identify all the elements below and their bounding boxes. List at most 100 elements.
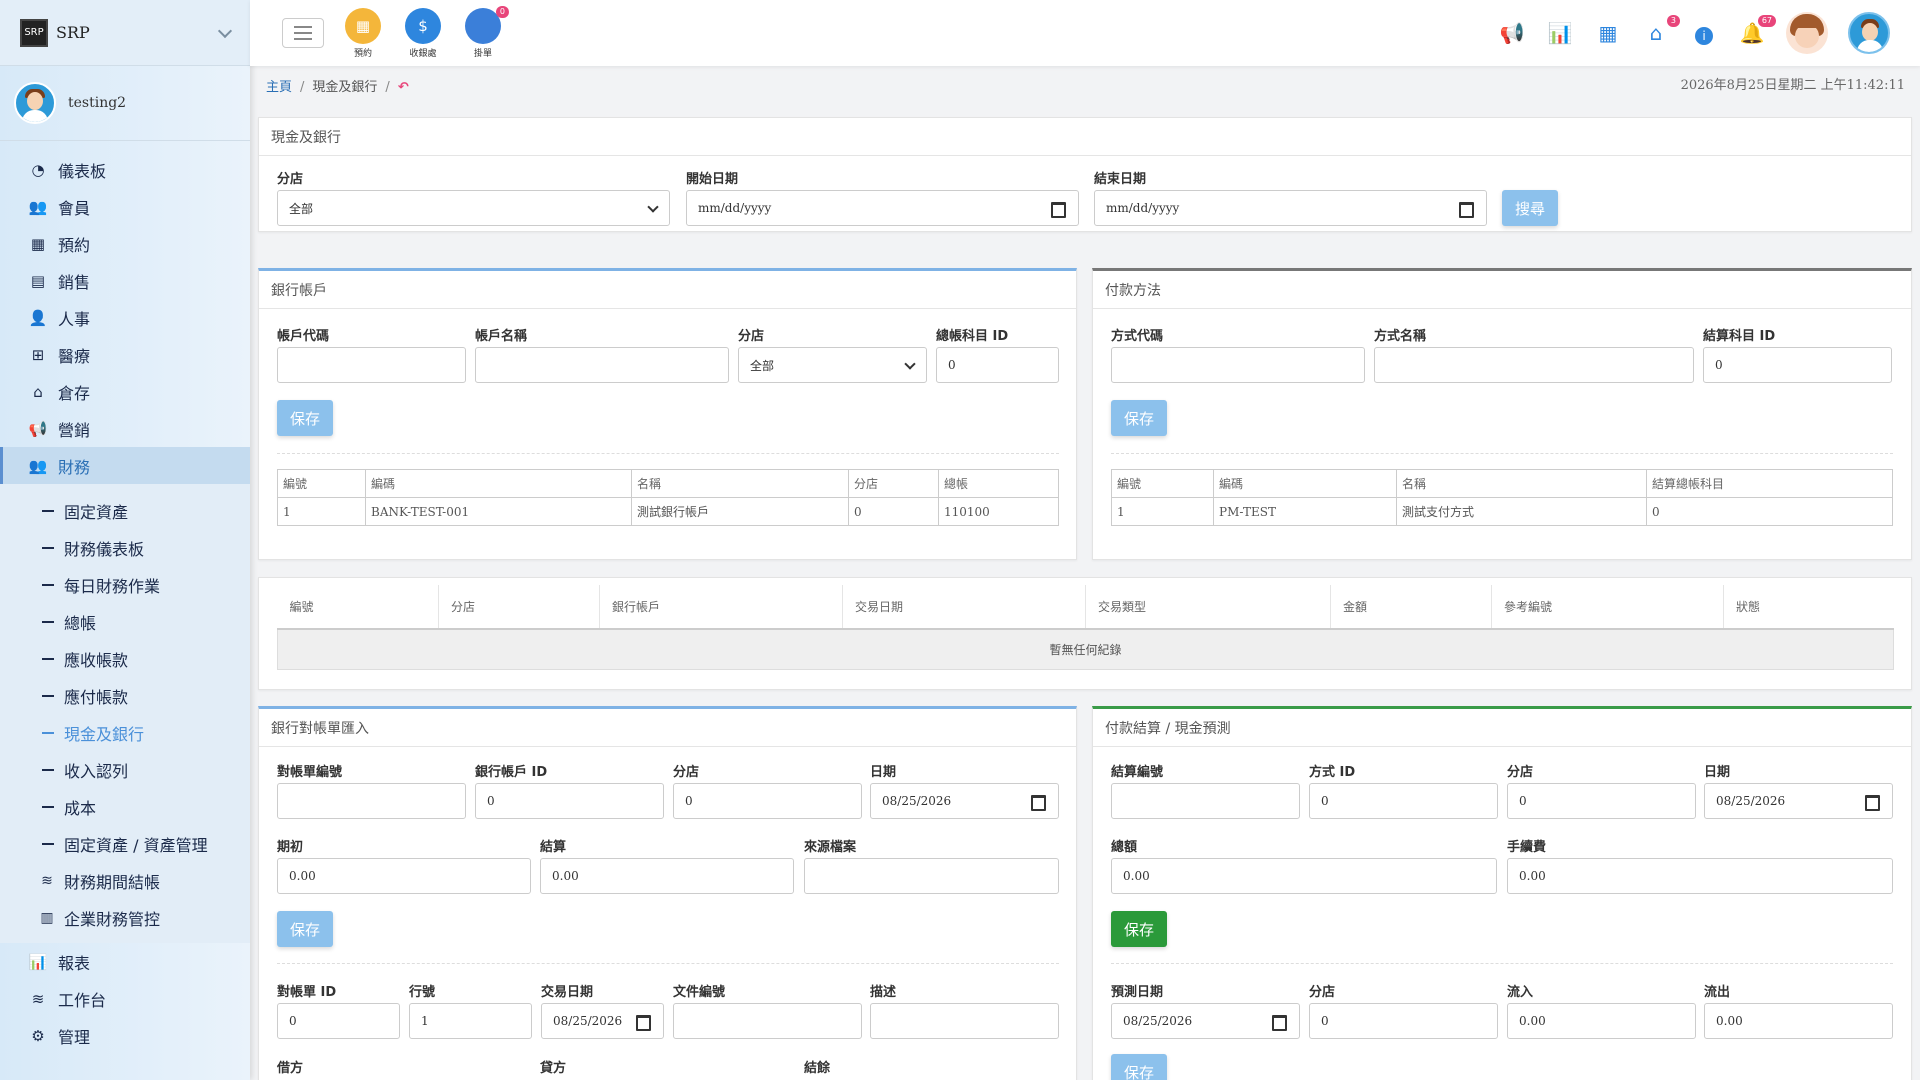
account-code-input[interactable] <box>277 347 466 383</box>
forecast-date-input[interactable]: 08/25/2026 <box>1111 1003 1300 1039</box>
table-row[interactable]: 1 BANK-TEST-001 測試銀行帳戶 0 110100 <box>277 497 1059 526</box>
branch-input[interactable]: 0 <box>673 783 862 819</box>
bank-account-id-input[interactable]: 0 <box>475 783 664 819</box>
save-button[interactable]: 保存 <box>277 911 333 947</box>
date-input[interactable]: 08/25/2026 <box>1704 783 1893 819</box>
table-cell: 0 <box>848 497 939 526</box>
date-input[interactable]: 08/25/2026 <box>870 783 1059 819</box>
method-code-input[interactable] <box>1111 347 1365 383</box>
field-label: 行號 <box>409 985 436 1000</box>
menu-toggle-button[interactable] <box>282 18 324 48</box>
submenu-label: 財務儀表板 <box>64 539 145 559</box>
sidebar-nav: ◔ 儀表板 👥 會員 ▦ 預約 ▤ 銷售 👤 人事 ⊞ 醫療 ⌂ 倉存 📢 營銷 👥 財務 固定資… <box>0 141 250 1054</box>
sidebar-item-dashboard[interactable]: ◔ 儀表板 <box>0 151 250 188</box>
column-header: 金額 <box>1330 585 1492 630</box>
start-date-input[interactable]: mm/dd/yyyy <box>686 190 1079 226</box>
chevron-down-icon[interactable] <box>217 23 233 38</box>
description-input[interactable] <box>870 1003 1059 1039</box>
submenu-revenue[interactable]: 收入認列 <box>0 751 250 788</box>
statement-id-input[interactable]: 0 <box>277 1003 400 1039</box>
submenu-asset-mgmt[interactable]: 固定資產 / 資產管理 <box>0 825 250 862</box>
column-header: 交易日期 <box>842 585 1086 630</box>
save-forecast-button[interactable]: 保存 <box>1111 1054 1167 1080</box>
save-button[interactable]: 保存 <box>277 400 333 436</box>
submenu-general-ledger[interactable]: 總帳 <box>0 603 250 640</box>
user-avatar[interactable] <box>1848 12 1890 54</box>
quick-booking-button[interactable]: ▦ 預約 <box>340 7 386 59</box>
submenu-period-close[interactable]: ≋ 財務期間結帳 <box>0 862 250 899</box>
inflow-input[interactable]: 0.00 <box>1507 1003 1696 1039</box>
main-content: 主頁 / 現金及銀行 / ↶ 2026年8月25日星期二 上午11:42:11 現金及銀… <box>250 66 1920 1080</box>
brand-logo: SRP <box>20 18 48 47</box>
save-button[interactable]: 保存 <box>1111 400 1167 436</box>
sidebar-item-admin[interactable]: ⚙ 管理 <box>0 1017 250 1054</box>
submenu-label: 應收帳款 <box>64 650 129 670</box>
outflow-input[interactable]: 0.00 <box>1704 1003 1893 1039</box>
brand-header[interactable]: SRP SRP <box>0 0 250 66</box>
sidebar-item-finance[interactable]: 👥 財務 <box>0 447 250 484</box>
gift-icon[interactable]: ⌂ 3 <box>1642 15 1680 45</box>
transaction-date-input[interactable]: 08/25/2026 <box>541 1003 664 1039</box>
account-name-input[interactable] <box>475 347 729 383</box>
statement-no-input[interactable] <box>277 783 466 819</box>
branch-select[interactable]: 全部 <box>277 190 670 226</box>
megaphone-icon[interactable]: 📢 <box>1498 21 1526 45</box>
sidebar-item-hr[interactable]: 👤 人事 <box>0 299 250 336</box>
sidebar-item-medical[interactable]: ⊞ 醫療 <box>0 336 250 373</box>
bar-chart-icon[interactable]: 📊 <box>1546 21 1574 45</box>
layers-icon: ≋ <box>41 872 53 889</box>
user-icon: 👤 <box>28 308 48 327</box>
sidebar-item-booking[interactable]: ▦ 預約 <box>0 225 250 262</box>
sidebar-item-workbench[interactable]: ≋ 工作台 <box>0 980 250 1017</box>
forecast-branch-input[interactable]: 0 <box>1309 1003 1498 1039</box>
submenu-corp-control[interactable]: ▥ 企業財務管控 <box>0 899 250 936</box>
submenu-receivables[interactable]: 應收帳款 <box>0 640 250 677</box>
opening-balance-input[interactable]: 0.00 <box>277 858 531 894</box>
quick-cashier-button[interactable]: $ 收銀處 <box>400 7 446 59</box>
sidebar-item-inventory[interactable]: ⌂ 倉存 <box>0 373 250 410</box>
method-name-input[interactable] <box>1374 347 1694 383</box>
sidebar-item-reports[interactable]: 📊 報表 <box>0 943 250 980</box>
end-date-input[interactable]: mm/dd/yyyy <box>1094 190 1487 226</box>
field-label: 對帳單編號 <box>277 765 343 780</box>
submenu-cash-bank[interactable]: 現金及銀行 <box>0 714 250 751</box>
transactions-table: 編號 分店 銀行帳戶 交易日期 交易類型 金額 參考編號 狀態 暫無任何紀錄 <box>277 585 1894 670</box>
search-button[interactable]: 搜尋 <box>1502 190 1558 226</box>
line-no-input[interactable]: 1 <box>409 1003 532 1039</box>
document-no-input[interactable] <box>673 1003 862 1039</box>
sidebar-item-members[interactable]: 👥 會員 <box>0 188 250 225</box>
table-cell: 1 <box>1111 497 1214 526</box>
method-id-input[interactable]: 0 <box>1309 783 1498 819</box>
back-arrow-icon[interactable]: ↶ <box>398 80 409 95</box>
submenu-fixed-assets[interactable]: 固定資產 <box>0 492 250 529</box>
breadcrumb-home[interactable]: 主頁 <box>266 80 292 95</box>
sidebar-item-marketing[interactable]: 📢 營銷 <box>0 410 250 447</box>
submenu-finance-dashboard[interactable]: 財務儀表板 <box>0 529 250 566</box>
mascot-avatar[interactable] <box>1786 12 1828 54</box>
empty-row: 暫無任何紀錄 <box>277 628 1894 670</box>
closing-balance-input[interactable]: 0.00 <box>540 858 794 894</box>
source-file-input[interactable] <box>804 858 1059 894</box>
bell-icon[interactable]: 🔔 67 <box>1738 15 1776 45</box>
settlement-no-input[interactable] <box>1111 783 1300 819</box>
filter-card: 現金及銀行 分店 全部 開始日期 mm/dd/yyyy 結束日期 mm/dd/y… <box>258 117 1912 232</box>
gross-amount-input[interactable]: 0.00 <box>1111 858 1497 894</box>
user-profile[interactable]: testing2 <box>0 66 250 141</box>
column-header: 狀態 <box>1723 585 1894 630</box>
submenu-daily-ops[interactable]: 每日財務作業 <box>0 566 250 603</box>
qr-code-icon[interactable]: ▦ <box>1594 21 1622 45</box>
submenu-cost[interactable]: 成本 <box>0 788 250 825</box>
submenu-payables[interactable]: 應付帳款 <box>0 677 250 714</box>
table-row[interactable]: 1 PM-TEST 測試支付方式 0 <box>1111 497 1893 526</box>
sidebar: SRP SRP testing2 ◔ 儀表板 👥 會員 ▦ 預約 ▤ 銷售 👤 人事 ⊞ 醫… <box>0 0 250 1080</box>
sidebar-item-sales[interactable]: ▤ 銷售 <box>0 262 250 299</box>
settlement-gl-input[interactable]: 0 <box>1703 347 1892 383</box>
save-button[interactable]: 保存 <box>1111 911 1167 947</box>
field-label: 日期 <box>1704 765 1731 780</box>
fee-input[interactable]: 0.00 <box>1507 858 1893 894</box>
gl-account-input[interactable]: 0 <box>936 347 1059 383</box>
branch-input[interactable]: 0 <box>1507 783 1696 819</box>
info-icon[interactable]: i <box>1690 21 1718 45</box>
account-branch-select[interactable]: 全部 <box>738 347 927 383</box>
quick-pending-button[interactable]: 0 掛單 <box>460 5 509 59</box>
